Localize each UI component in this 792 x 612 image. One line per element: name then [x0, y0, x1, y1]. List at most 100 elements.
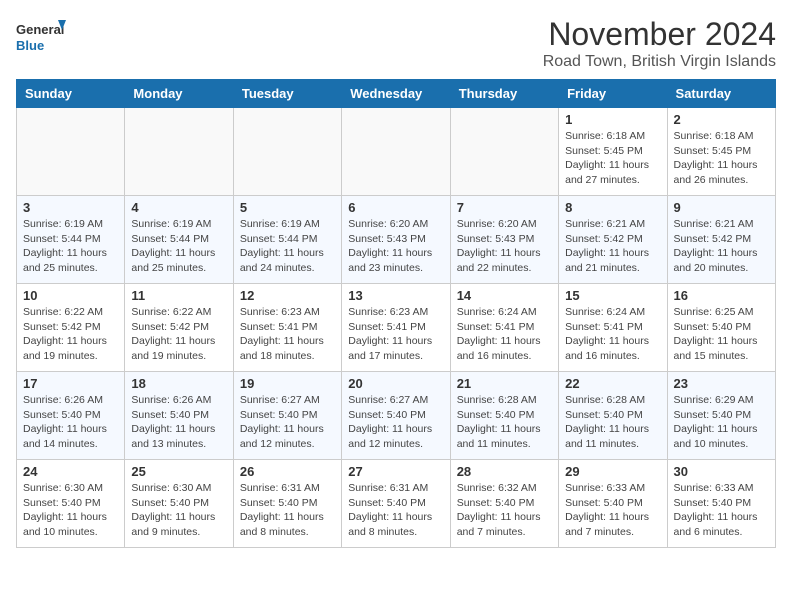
day-number: 21 — [457, 376, 552, 391]
day-cell: 2 Sunrise: 6:18 AM Sunset: 5:45 PM Daylig… — [667, 108, 775, 196]
day-info: Sunrise: 6:24 AM Sunset: 5:41 PM Dayligh… — [565, 305, 660, 364]
day-info: Sunrise: 6:32 AM Sunset: 5:40 PM Dayligh… — [457, 481, 552, 540]
day-number: 12 — [240, 288, 335, 303]
day-number: 28 — [457, 464, 552, 479]
day-cell — [450, 108, 558, 196]
svg-text:General: General — [16, 22, 64, 37]
day-info: Sunrise: 6:21 AM Sunset: 5:42 PM Dayligh… — [565, 217, 660, 276]
calendar-table: SundayMondayTuesdayWednesdayThursdayFrid… — [16, 79, 776, 548]
day-info: Sunrise: 6:22 AM Sunset: 5:42 PM Dayligh… — [131, 305, 226, 364]
day-number: 7 — [457, 200, 552, 215]
day-cell: 1 Sunrise: 6:18 AM Sunset: 5:45 PM Daylig… — [559, 108, 667, 196]
day-info: Sunrise: 6:19 AM Sunset: 5:44 PM Dayligh… — [23, 217, 118, 276]
day-info: Sunrise: 6:27 AM Sunset: 5:40 PM Dayligh… — [348, 393, 443, 452]
day-cell: 17 Sunrise: 6:26 AM Sunset: 5:40 PM Dayli… — [17, 372, 125, 460]
weekday-header-tuesday: Tuesday — [233, 80, 341, 108]
day-cell: 21 Sunrise: 6:28 AM Sunset: 5:40 PM Dayli… — [450, 372, 558, 460]
day-number: 2 — [674, 112, 769, 127]
week-row-3: 10 Sunrise: 6:22 AM Sunset: 5:42 PM Dayli… — [17, 284, 776, 372]
day-number: 23 — [674, 376, 769, 391]
day-cell: 6 Sunrise: 6:20 AM Sunset: 5:43 PM Daylig… — [342, 196, 450, 284]
day-info: Sunrise: 6:28 AM Sunset: 5:40 PM Dayligh… — [565, 393, 660, 452]
weekday-header-wednesday: Wednesday — [342, 80, 450, 108]
day-number: 29 — [565, 464, 660, 479]
day-cell: 22 Sunrise: 6:28 AM Sunset: 5:40 PM Dayli… — [559, 372, 667, 460]
day-cell: 24 Sunrise: 6:30 AM Sunset: 5:40 PM Dayli… — [17, 460, 125, 548]
logo-svg: General Blue — [16, 16, 66, 61]
day-cell: 12Sunrise: 6:23 AM Sunset: 5:41 PM Dayli… — [233, 284, 341, 372]
day-number: 16 — [674, 288, 769, 303]
day-cell: 27 Sunrise: 6:31 AM Sunset: 5:40 PM Dayli… — [342, 460, 450, 548]
day-info: Sunrise: 6:22 AM Sunset: 5:42 PM Dayligh… — [23, 305, 118, 364]
day-info: Sunrise: 6:23 AM Sunset: 5:41 PM Dayligh… — [348, 305, 443, 364]
day-number: 20 — [348, 376, 443, 391]
day-number: 9 — [674, 200, 769, 215]
title-section: November 2024 Road Town, British Virgin … — [543, 16, 776, 71]
day-cell: 16 Sunrise: 6:25 AM Sunset: 5:40 PM Dayli… — [667, 284, 775, 372]
day-cell: 10 Sunrise: 6:22 AM Sunset: 5:42 PM Dayli… — [17, 284, 125, 372]
day-number: 24 — [23, 464, 118, 479]
day-info: Sunrise: 6:28 AM Sunset: 5:40 PM Dayligh… — [457, 393, 552, 452]
day-cell: 5Sunrise: 6:19 AM Sunset: 5:44 PM Daylig… — [233, 196, 341, 284]
weekday-header-saturday: Saturday — [667, 80, 775, 108]
day-info: Sunrise: 6:20 AM Sunset: 5:43 PM Dayligh… — [348, 217, 443, 276]
day-info: Sunrise: 6:18 AM Sunset: 5:45 PM Dayligh… — [674, 129, 769, 188]
day-info: Sunrise: 6:24 AM Sunset: 5:41 PM Dayligh… — [457, 305, 552, 364]
day-number: 26 — [240, 464, 335, 479]
day-number: 4 — [131, 200, 226, 215]
day-cell: 20 Sunrise: 6:27 AM Sunset: 5:40 PM Dayli… — [342, 372, 450, 460]
location-subtitle: Road Town, British Virgin Islands — [543, 53, 776, 71]
day-cell — [342, 108, 450, 196]
day-number: 22 — [565, 376, 660, 391]
day-number: 17 — [23, 376, 118, 391]
day-number: 1 — [565, 112, 660, 127]
month-title: November 2024 — [543, 16, 776, 53]
day-cell: 26 Sunrise: 6:31 AM Sunset: 5:40 PM Dayli… — [233, 460, 341, 548]
day-cell: 9 Sunrise: 6:21 AM Sunset: 5:42 PM Daylig… — [667, 196, 775, 284]
day-number: 15 — [565, 288, 660, 303]
day-info: Sunrise: 6:31 AM Sunset: 5:40 PM Dayligh… — [240, 481, 335, 540]
day-cell: 13 Sunrise: 6:23 AM Sunset: 5:41 PM Dayli… — [342, 284, 450, 372]
day-info: Sunrise: 6:30 AM Sunset: 5:40 PM Dayligh… — [23, 481, 118, 540]
day-info: Sunrise: 6:31 AM Sunset: 5:40 PM Dayligh… — [348, 481, 443, 540]
day-cell: 25Sunrise: 6:30 AM Sunset: 5:40 PM Dayli… — [125, 460, 233, 548]
day-cell: 3 Sunrise: 6:19 AM Sunset: 5:44 PM Daylig… — [17, 196, 125, 284]
day-number: 8 — [565, 200, 660, 215]
day-number: 5 — [240, 200, 335, 215]
weekday-header-friday: Friday — [559, 80, 667, 108]
day-info: Sunrise: 6:30 AM Sunset: 5:40 PM Dayligh… — [131, 481, 226, 540]
week-row-2: 3 Sunrise: 6:19 AM Sunset: 5:44 PM Daylig… — [17, 196, 776, 284]
day-info: Sunrise: 6:33 AM Sunset: 5:40 PM Dayligh… — [565, 481, 660, 540]
day-info: Sunrise: 6:29 AM Sunset: 5:40 PM Dayligh… — [674, 393, 769, 452]
day-info: Sunrise: 6:26 AM Sunset: 5:40 PM Dayligh… — [23, 393, 118, 452]
logo: General Blue — [16, 16, 66, 61]
day-cell: 15 Sunrise: 6:24 AM Sunset: 5:41 PM Dayli… — [559, 284, 667, 372]
day-cell — [17, 108, 125, 196]
day-info: Sunrise: 6:20 AM Sunset: 5:43 PM Dayligh… — [457, 217, 552, 276]
day-cell: 23 Sunrise: 6:29 AM Sunset: 5:40 PM Dayli… — [667, 372, 775, 460]
day-number: 10 — [23, 288, 118, 303]
week-row-5: 24 Sunrise: 6:30 AM Sunset: 5:40 PM Dayli… — [17, 460, 776, 548]
day-number: 6 — [348, 200, 443, 215]
day-number: 30 — [674, 464, 769, 479]
day-cell: 18Sunrise: 6:26 AM Sunset: 5:40 PM Dayli… — [125, 372, 233, 460]
day-number: 18 — [131, 376, 226, 391]
day-info: Sunrise: 6:21 AM Sunset: 5:42 PM Dayligh… — [674, 217, 769, 276]
day-cell: 29 Sunrise: 6:33 AM Sunset: 5:40 PM Dayli… — [559, 460, 667, 548]
weekday-header-row: SundayMondayTuesdayWednesdayThursdayFrid… — [17, 80, 776, 108]
day-number: 14 — [457, 288, 552, 303]
day-info: Sunrise: 6:18 AM Sunset: 5:45 PM Dayligh… — [565, 129, 660, 188]
weekday-header-thursday: Thursday — [450, 80, 558, 108]
day-cell — [233, 108, 341, 196]
day-cell: 14 Sunrise: 6:24 AM Sunset: 5:41 PM Dayli… — [450, 284, 558, 372]
day-number: 13 — [348, 288, 443, 303]
day-info: Sunrise: 6:27 AM Sunset: 5:40 PM Dayligh… — [240, 393, 335, 452]
day-number: 3 — [23, 200, 118, 215]
day-number: 27 — [348, 464, 443, 479]
day-cell: 4Sunrise: 6:19 AM Sunset: 5:44 PM Daylig… — [125, 196, 233, 284]
day-number: 19 — [240, 376, 335, 391]
day-info: Sunrise: 6:33 AM Sunset: 5:40 PM Dayligh… — [674, 481, 769, 540]
day-info: Sunrise: 6:25 AM Sunset: 5:40 PM Dayligh… — [674, 305, 769, 364]
day-cell: 28 Sunrise: 6:32 AM Sunset: 5:40 PM Dayli… — [450, 460, 558, 548]
day-cell — [125, 108, 233, 196]
